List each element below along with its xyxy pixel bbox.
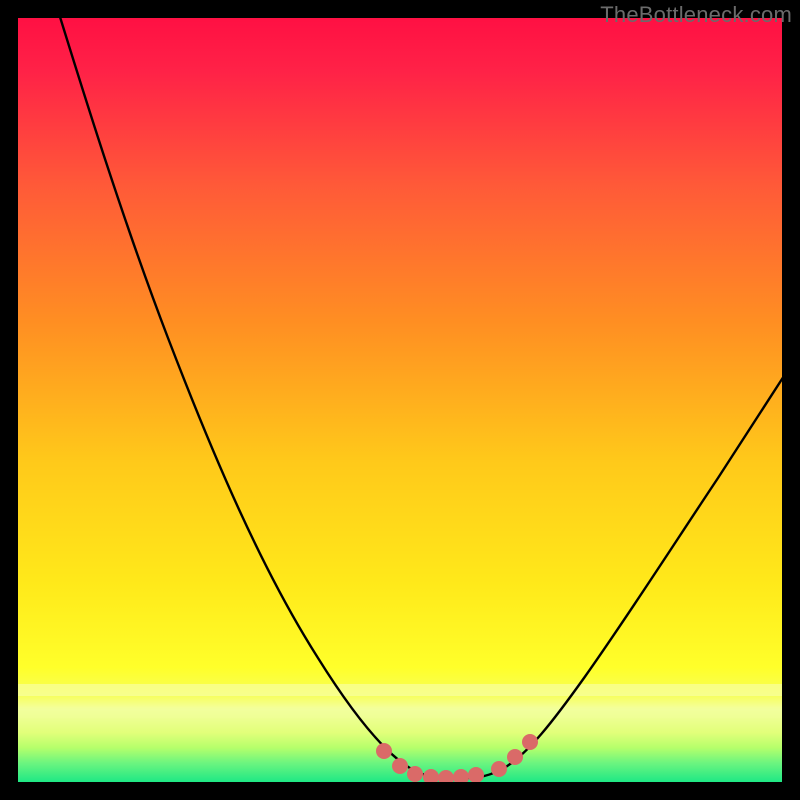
- marker-dot: [522, 734, 538, 750]
- gradient-background: [18, 18, 782, 782]
- marker-dot: [491, 761, 507, 777]
- watermark-text: TheBottleneck.com: [600, 2, 792, 28]
- bottleneck-chart: [18, 18, 782, 782]
- marker-dot: [507, 749, 523, 765]
- marker-dot: [392, 758, 408, 774]
- marker-dot: [376, 743, 392, 759]
- pale-band-1: [18, 684, 782, 696]
- marker-dot: [407, 766, 423, 782]
- pale-band-2: [18, 708, 782, 718]
- chart-frame: [18, 18, 782, 782]
